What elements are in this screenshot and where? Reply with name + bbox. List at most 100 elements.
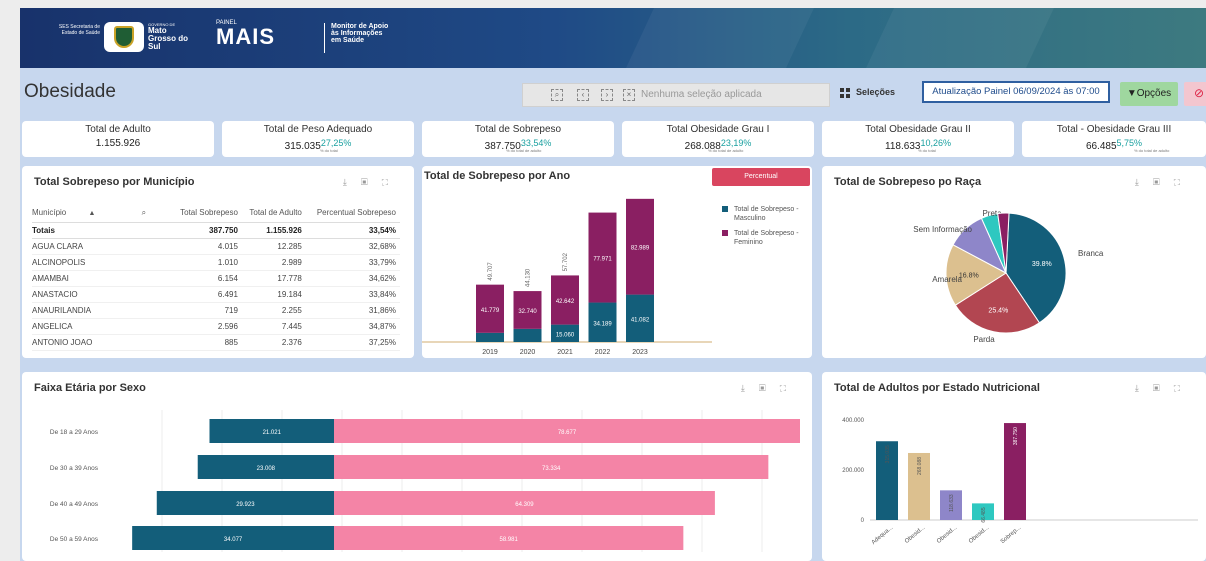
slice-name: Parda: [973, 335, 995, 344]
table-cell: 31,86%: [305, 302, 400, 319]
value-label: 315.035: [885, 445, 891, 463]
table-cell: 2.596: [172, 318, 242, 335]
state-logo: GOVERNO DE Mato Grosso do Sul: [148, 22, 189, 51]
legend-swatch: [722, 230, 728, 236]
data-label: 41.779: [481, 308, 500, 314]
table-cell: 33,84%: [305, 286, 400, 303]
table-cell: ANAURILANDIA: [32, 302, 172, 319]
y-tick-label: 200.000: [842, 468, 864, 474]
sort-asc-icon[interactable]: ▲: [88, 210, 95, 217]
nutri-chart: 0 200.000 400.000 315.035 Adequa... 268.088 Ob…: [842, 418, 1198, 546]
col-percentual[interactable]: Percentual Sobrepeso: [305, 204, 400, 223]
table-cell: 6.154: [172, 270, 242, 287]
table-cell: 7.445: [241, 318, 306, 335]
panel-estado-nutricional: Total de Adultos por Estado Nutricional …: [822, 372, 1206, 561]
table-row[interactable]: ANAURILANDIA 719 2.255 31,86%: [32, 302, 400, 319]
slice-name: Sem Informação: [913, 225, 972, 234]
state-crest-icon: [104, 22, 144, 52]
data-label: 42.642: [556, 299, 575, 305]
total-label: 49.707: [488, 262, 494, 281]
x-tick-label: 2021: [557, 349, 573, 356]
x-tick-label: Sobrep...: [1000, 525, 1023, 545]
selection-bar[interactable]: ⌕ ‹ › × Nenhuma seleção aplicada: [522, 83, 830, 107]
data-label: 23.008: [257, 466, 276, 472]
value-label: 66.485: [981, 507, 987, 523]
y-tick-label: De 30 a 39 Anos: [50, 465, 99, 472]
x-tick-label: 2023: [632, 349, 648, 356]
kpi-obesidade-grau-1: Total Obesidade Grau I 268.08823,19% % d…: [622, 121, 814, 157]
data-label: 73.334: [542, 466, 561, 472]
table-cell: 19.184: [241, 286, 306, 303]
slice-name: Branca: [1078, 249, 1104, 258]
table-row[interactable]: ALCINOPOLIS 1.010 2.989 33,79%: [32, 254, 400, 271]
dashboard-frame: SES Secretaria de Estado de Saúde GOVERN…: [20, 8, 1206, 561]
stop-icon[interactable]: ⊘: [1184, 82, 1206, 106]
search-icon[interactable]: ⌕: [142, 208, 146, 217]
table-cell: 17.778: [241, 270, 306, 287]
table-cell: 1.155.926: [241, 222, 306, 239]
table-row[interactable]: AMAMBAI 6.154 17.778 34,62%: [32, 270, 400, 287]
table-row[interactable]: AGUA CLARA 4.015 12.285 32,68%: [32, 238, 400, 255]
data-label: 29.923: [236, 502, 255, 508]
step-forward-icon[interactable]: ›: [601, 89, 613, 101]
bar-masculino: [476, 332, 504, 342]
value-label: 268.088: [917, 457, 923, 475]
y-tick-label: De 50 a 59 Anos: [50, 536, 99, 543]
kpi-sobrepeso: Total de Sobrepeso 387.75033,54% % do to…: [422, 121, 614, 157]
col-total-sobrepeso[interactable]: Total Sobrepeso: [172, 204, 242, 223]
table-cell: 37,25%: [305, 334, 400, 351]
data-label: 78.677: [558, 430, 577, 436]
col-municipio[interactable]: Município ▲ ⌕: [32, 204, 172, 223]
faixa-chart: De 18 a 29 Anos 21.021 78.677 De 30 a 39 An…: [50, 410, 800, 552]
slice-label: 39.8%: [1032, 261, 1052, 268]
table-cell: AMAMBAI: [32, 270, 172, 287]
options-button[interactable]: ▼Opções: [1120, 82, 1178, 106]
data-label: 41.082: [631, 317, 650, 323]
table-cell: 4.015: [172, 238, 242, 255]
x-tick-label: Obesid...: [936, 525, 959, 545]
col-total-adulto[interactable]: Total de Adulto: [241, 204, 306, 223]
table-cell: 2.989: [241, 254, 306, 271]
panel-sobrepeso-municipio: Total Sobrepeso por Município ⤓▣⛶ Municí…: [22, 166, 414, 358]
kpi-obesidade-grau-3: Total - Obesidade Grau III 66.4855,75% %…: [1022, 121, 1206, 157]
table-row[interactable]: ANGELICA 2.596 7.445 34,87%: [32, 318, 400, 335]
table-row[interactable]: ANTONIO JOAO 885 2.376 37,25%: [32, 334, 400, 351]
table-cell: 12.285: [241, 238, 306, 255]
table-cell: ALCINOPOLIS: [32, 254, 172, 271]
value-label: 387.750: [1013, 427, 1019, 445]
panel-sobrepeso-raca: Total de Sobrepeso po Raça ⤓▣⛶ 39.8% Bran…: [822, 166, 1206, 358]
smart-search-icon[interactable]: ⌕: [551, 89, 563, 101]
x-tick-label: Adequa...: [871, 525, 895, 546]
data-label: 15.060: [556, 332, 575, 338]
download-icon[interactable]: ⤓: [343, 177, 361, 187]
slice-name: Amarela: [932, 275, 962, 284]
table-cell: 33,79%: [305, 254, 400, 271]
clear-selections-icon[interactable]: ×: [623, 89, 635, 101]
table-row[interactable]: ANASTACIO 6.491 19.184 33,84%: [32, 286, 400, 303]
table-cell: 32,68%: [305, 238, 400, 255]
data-label: 82.989: [631, 246, 650, 252]
y-tick-label: De 18 a 29 Anos: [50, 429, 99, 436]
image-icon[interactable]: ▣: [361, 177, 382, 187]
table-cell: 34,87%: [305, 318, 400, 335]
table-cell: 387.750: [172, 222, 242, 239]
legend-entry: Total de Sobrepeso -Masculino: [734, 206, 799, 222]
ano-chart: 2019 41.779 49.707 2020 32.740 44.130 2021 42.6…: [422, 198, 799, 356]
table-cell: 2.255: [241, 302, 306, 319]
ses-label: SES Secretaria de Estado de Saúde: [58, 24, 100, 36]
table-cell: 885: [172, 334, 242, 351]
data-label: 21.021: [263, 430, 282, 436]
table-cell: ANASTACIO: [32, 286, 172, 303]
kpi-obesidade-grau-2: Total Obesidade Grau II 118.63310,26% % …: [822, 121, 1014, 157]
x-tick-label: Obesid...: [904, 525, 927, 545]
monitor-label: Monitor de Apoio às Informações em Saúde: [324, 23, 394, 53]
table-cell: ANGELICA: [32, 318, 172, 335]
table-cell: 34,62%: [305, 270, 400, 287]
fullscreen-icon[interactable]: ⛶: [382, 177, 402, 187]
selection-status: Nenhuma seleção aplicada: [641, 89, 762, 100]
panel-faixa-etaria: Faixa Etária por Sexo ⤓▣⛶ De 18 a 29 Ano…: [22, 372, 812, 561]
selecoes-button[interactable]: Seleções: [840, 87, 895, 98]
table-cell: Totais: [32, 222, 172, 239]
step-back-icon[interactable]: ‹: [577, 89, 589, 101]
kpi-peso-adequado: Total de Peso Adequado 315.03527,25% % d…: [222, 121, 414, 157]
